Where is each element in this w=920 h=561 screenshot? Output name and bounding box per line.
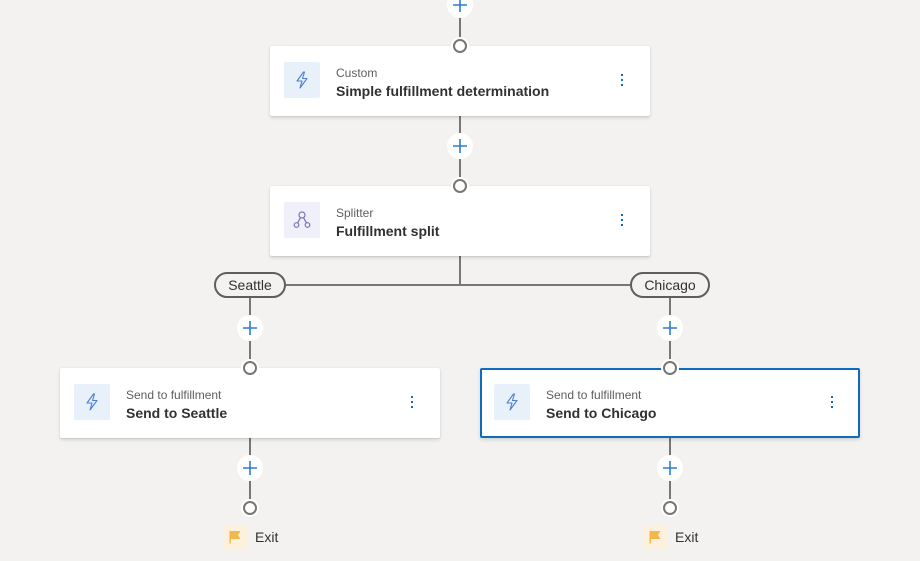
more-options-button[interactable] [612, 210, 632, 230]
more-vertical-icon [621, 74, 623, 76]
exit-node[interactable]: Exit [643, 525, 698, 549]
step-type-label: Custom [336, 66, 378, 80]
workflow-canvas: Custom Simple fulfillment determination … [0, 0, 920, 561]
exit-icon-box [643, 525, 667, 549]
exit-label: Exit [255, 529, 279, 545]
exit-node[interactable]: Exit [223, 525, 278, 549]
step-icon-box [494, 384, 530, 420]
step-card-send-seattle[interactable]: Send to fulfillment Send to Seattle [60, 368, 440, 438]
step-icon-box [284, 202, 320, 238]
exit-icon-box [223, 525, 247, 549]
more-vertical-icon [621, 214, 623, 216]
exit-label: Exit [675, 529, 699, 545]
plus-icon [663, 461, 677, 475]
step-title: Send to Chicago [546, 405, 657, 421]
step-card-splitter[interactable]: Splitter Fulfillment split [270, 186, 650, 256]
branch-label-chicago[interactable]: Chicago [630, 272, 710, 298]
plus-icon [663, 321, 677, 335]
add-step-button[interactable] [237, 315, 263, 341]
connection-port[interactable] [661, 499, 679, 517]
splitter-icon [293, 211, 311, 228]
more-options-button[interactable] [612, 70, 632, 90]
lightning-bolt-icon [296, 71, 308, 89]
plus-icon [243, 321, 257, 335]
step-card-send-chicago[interactable]: Send to fulfillment Send to Chicago [480, 368, 860, 438]
connector-line [250, 284, 670, 286]
more-options-button[interactable] [402, 392, 422, 412]
add-step-button[interactable] [237, 455, 263, 481]
connection-port[interactable] [241, 499, 259, 517]
branch-label-seattle[interactable]: Seattle [214, 272, 286, 298]
step-type-label: Splitter [336, 206, 374, 220]
add-step-button[interactable] [447, 0, 473, 18]
more-vertical-icon [411, 396, 413, 398]
connector-line [459, 255, 461, 285]
more-vertical-icon [831, 396, 833, 398]
plus-icon [453, 139, 467, 153]
more-options-button[interactable] [822, 392, 842, 412]
add-step-button[interactable] [657, 315, 683, 341]
step-title: Send to Seattle [126, 405, 228, 421]
flag-icon [649, 531, 661, 544]
lightning-bolt-icon [506, 393, 518, 411]
step-title: Fulfillment split [336, 223, 440, 239]
flag-icon [229, 531, 241, 544]
connection-port[interactable] [451, 177, 469, 195]
connection-port[interactable] [661, 359, 679, 377]
step-title: Simple fulfillment determination [336, 83, 550, 99]
lightning-bolt-icon [86, 393, 98, 411]
step-card-custom[interactable]: Custom Simple fulfillment determination [270, 46, 650, 116]
plus-icon [243, 461, 257, 475]
step-type-label: Send to fulfillment [126, 388, 222, 402]
plus-icon [453, 0, 467, 12]
connection-port[interactable] [241, 359, 259, 377]
step-icon-box [284, 62, 320, 98]
connection-port[interactable] [451, 37, 469, 55]
add-step-button[interactable] [657, 455, 683, 481]
add-step-button[interactable] [447, 133, 473, 159]
step-icon-box [74, 384, 110, 420]
step-type-label: Send to fulfillment [546, 388, 642, 402]
